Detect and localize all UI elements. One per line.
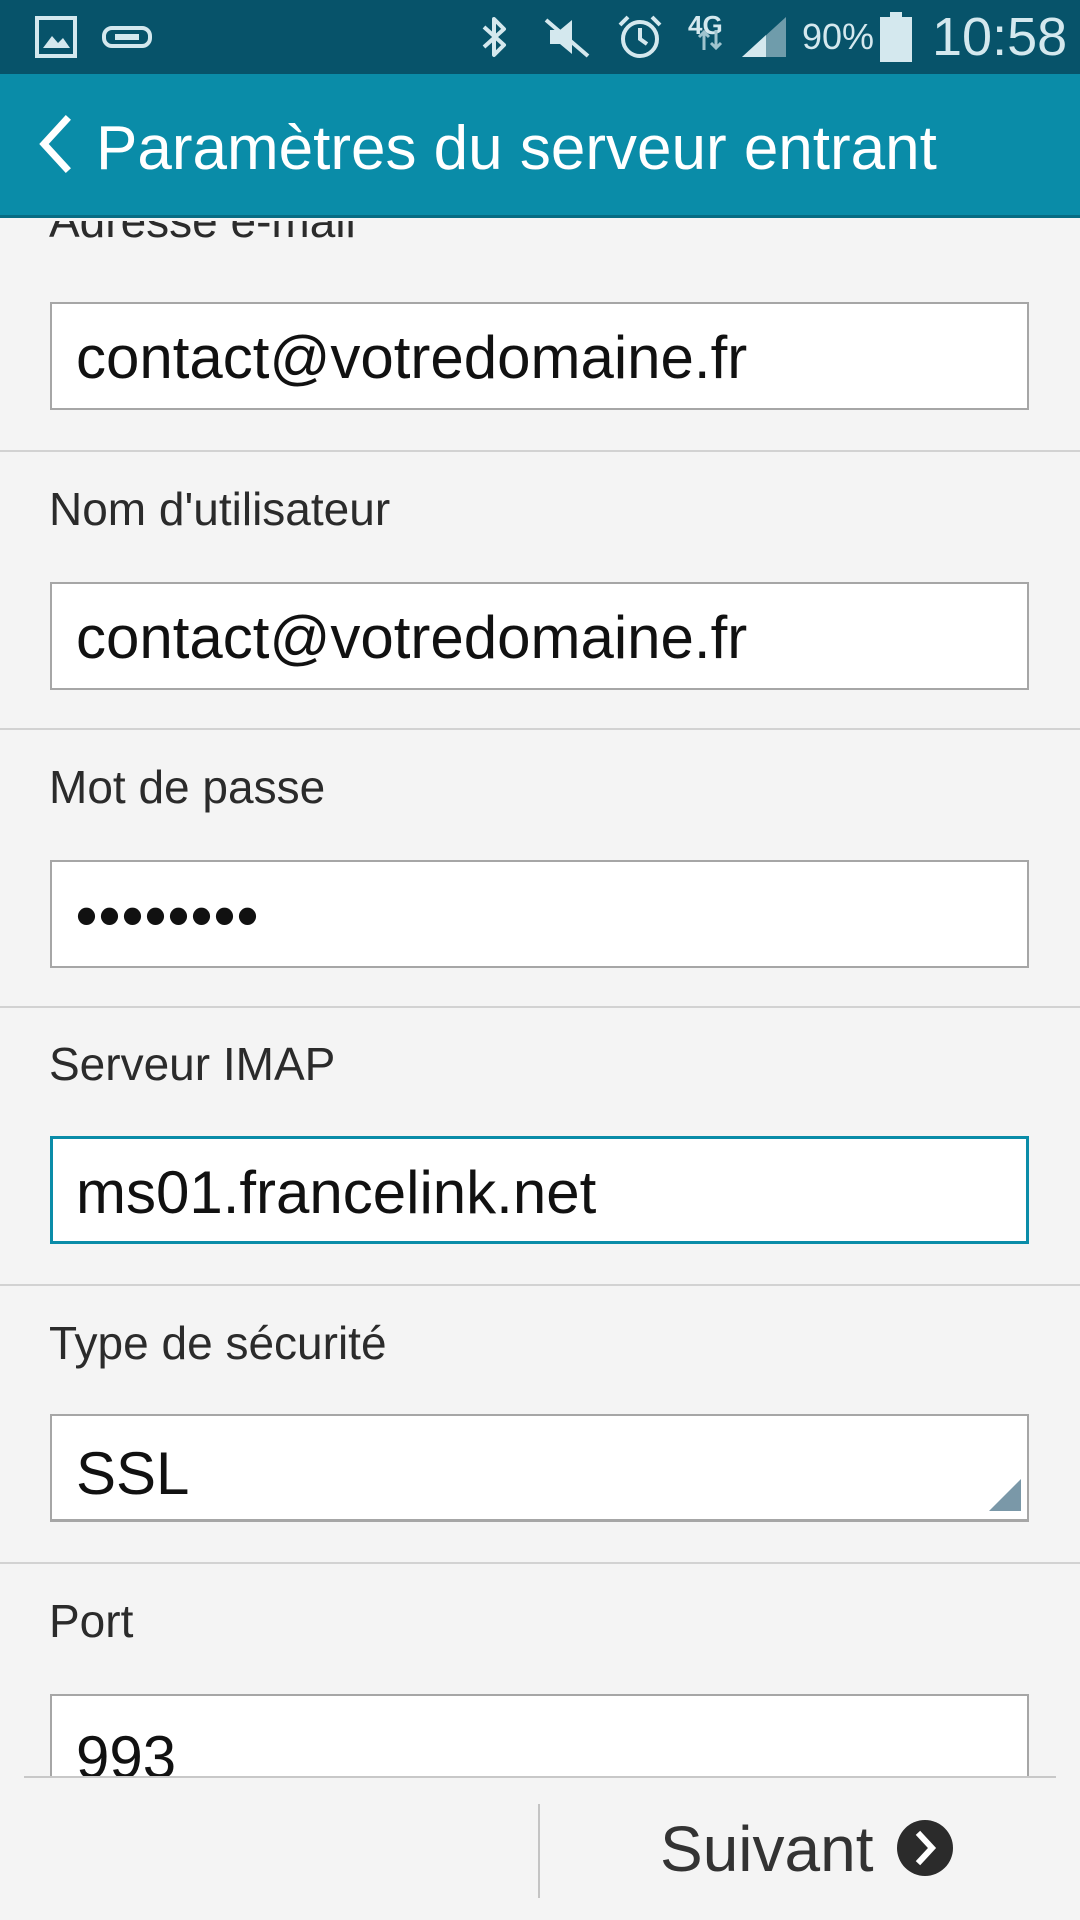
dropdown-corner-icon bbox=[989, 1479, 1021, 1511]
clock: 10:58 bbox=[932, 7, 1068, 67]
email-field[interactable]: contact@votredomaine.fr bbox=[50, 302, 1029, 410]
imap-server-label: Serveur IMAP bbox=[49, 1038, 336, 1090]
email-label: Adresse e-mail bbox=[49, 221, 356, 247]
chevron-right-circle-icon bbox=[896, 1819, 954, 1877]
next-label: Suivant bbox=[660, 1813, 874, 1885]
action-bar: Paramètres du serveur entrant bbox=[0, 74, 1080, 218]
battery-percent: 90% bbox=[802, 16, 875, 57]
port-field[interactable]: 993 bbox=[50, 1694, 1029, 1777]
data-arrows-icon bbox=[694, 18, 726, 62]
bottom-bar: Suivant bbox=[0, 1778, 1080, 1920]
password-field[interactable]: •••••••• bbox=[50, 860, 1029, 968]
next-button[interactable]: Suivant bbox=[560, 1778, 1080, 1920]
email-section: Adresse e-mail contact@votredomaine.fr bbox=[0, 221, 1080, 445]
gallery-icon bbox=[34, 0, 78, 74]
port-value: 993 bbox=[76, 1724, 177, 1777]
battery-icon bbox=[876, 0, 916, 74]
imap-server-section: Serveur IMAP ms01.francelink.net bbox=[0, 1008, 1080, 1286]
imap-server-field[interactable]: ms01.francelink.net bbox=[50, 1136, 1029, 1244]
bottom-separator bbox=[538, 1804, 540, 1898]
username-section: Nom d'utilisateur contact@votredomaine.f… bbox=[0, 452, 1080, 730]
bluetooth-icon bbox=[472, 0, 518, 74]
back-button[interactable] bbox=[14, 100, 94, 192]
vibrate-mute-icon bbox=[540, 0, 594, 74]
username-label: Nom d'utilisateur bbox=[49, 483, 391, 535]
password-label: Mot de passe bbox=[49, 761, 326, 813]
security-type-section: Type de sécurité SSL bbox=[0, 1286, 1080, 1564]
port-section: Port 993 bbox=[0, 1564, 1080, 1777]
password-value: •••••••• bbox=[76, 882, 261, 949]
security-type-value: SSL bbox=[76, 1440, 190, 1507]
settings-form[interactable]: Adresse e-mail contact@votredomaine.fr N… bbox=[0, 221, 1080, 1777]
password-section: Mot de passe •••••••• bbox=[0, 730, 1080, 1008]
chevron-left-icon bbox=[34, 114, 74, 179]
security-type-label: Type de sécurité bbox=[49, 1317, 387, 1369]
imap-server-value: ms01.francelink.net bbox=[76, 1159, 597, 1226]
username-value: contact@votredomaine.fr bbox=[76, 604, 748, 671]
usb-icon bbox=[100, 0, 154, 74]
email-value: contact@votredomaine.fr bbox=[76, 324, 748, 391]
alarm-icon bbox=[614, 0, 666, 74]
security-type-select[interactable]: SSL bbox=[50, 1414, 1029, 1522]
username-field[interactable]: contact@votredomaine.fr bbox=[50, 582, 1029, 690]
page-title: Paramètres du serveur entrant bbox=[96, 114, 937, 183]
port-label: Port bbox=[49, 1595, 134, 1647]
status-bar: 4G 90% 10:58 bbox=[0, 0, 1080, 74]
signal-icon bbox=[738, 0, 790, 74]
